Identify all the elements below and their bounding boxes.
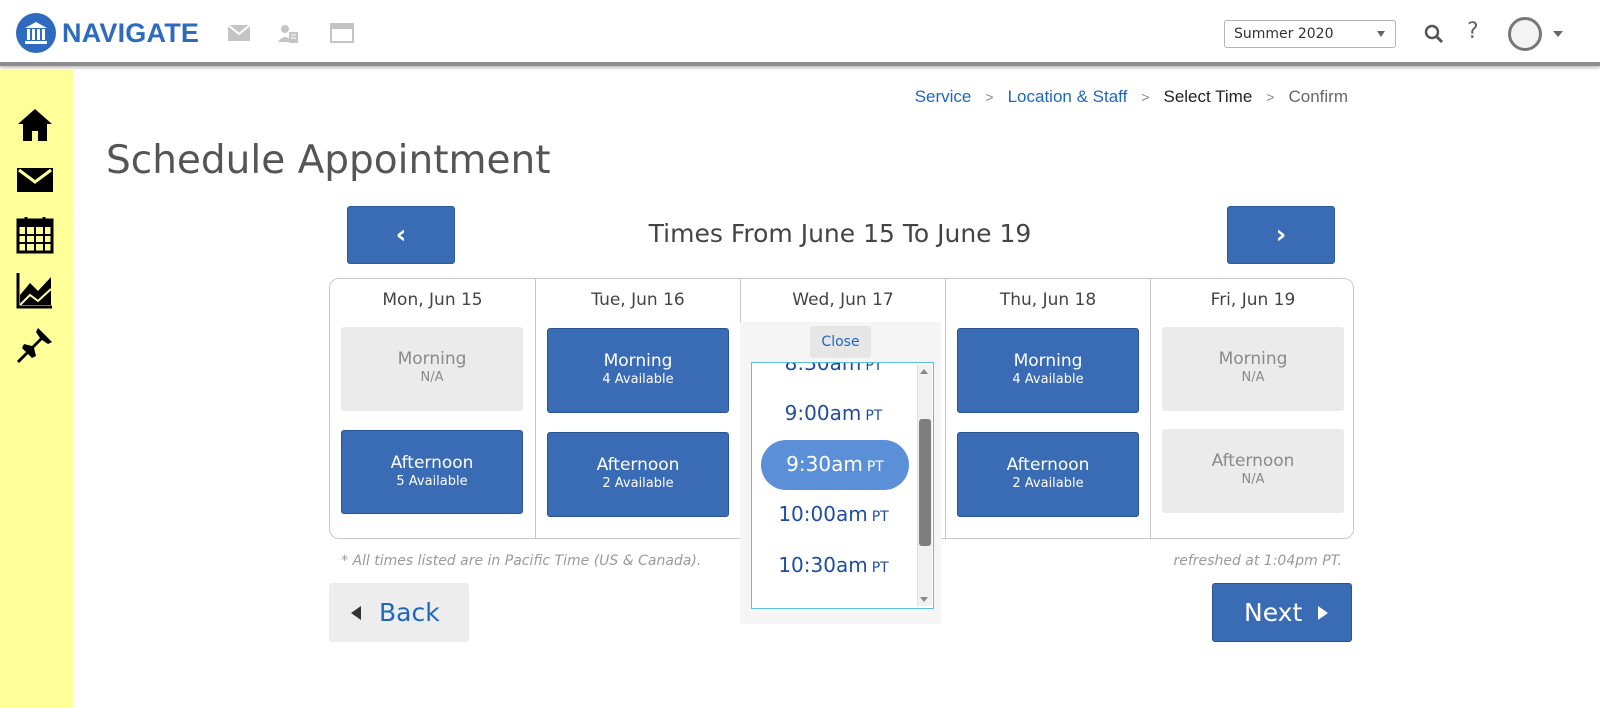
slot-status: N/A xyxy=(1241,370,1265,385)
breadcrumb-location-staff[interactable]: Location & Staff xyxy=(1008,87,1128,107)
slot-label: Afternoon xyxy=(1006,455,1090,475)
next-button[interactable]: Next xyxy=(1212,583,1352,642)
timezone-label: PT xyxy=(865,362,883,374)
scroll-down-icon[interactable] xyxy=(920,597,928,602)
previous-week-button[interactable]: ‹ xyxy=(347,206,455,264)
scroll-up-icon[interactable] xyxy=(920,369,928,374)
next-week-button[interactable]: › xyxy=(1227,206,1335,264)
slot-status: N/A xyxy=(1241,472,1265,487)
afternoon-slot[interactable]: Afternoon 5 Available xyxy=(341,430,523,514)
pin-icon[interactable] xyxy=(16,326,54,364)
breadcrumb-separator: > xyxy=(1266,89,1275,105)
next-button-label: Next xyxy=(1244,598,1303,627)
slot-status: N/A xyxy=(420,370,444,385)
user-avatar[interactable] xyxy=(1508,17,1542,51)
day-column-fri: Fri, Jun 19 Morning N/A Afternoon N/A xyxy=(1150,279,1355,538)
window-icon[interactable] xyxy=(330,20,354,46)
home-icon[interactable] xyxy=(16,106,54,144)
logo-text: NAVIGATE xyxy=(62,17,200,48)
scrollbar-thumb[interactable] xyxy=(919,419,931,546)
timezone-label: PT xyxy=(865,408,883,424)
student-profile-icon[interactable] xyxy=(277,20,299,46)
time-value: 9:30am xyxy=(786,452,863,476)
day-header: Mon, Jun 15 xyxy=(382,290,483,310)
afternoon-slot: Afternoon N/A xyxy=(1162,429,1344,513)
search-icon[interactable] xyxy=(1424,21,1444,47)
sidebar xyxy=(0,70,73,708)
breadcrumb-confirm: Confirm xyxy=(1288,87,1348,106)
slot-status: 2 Available xyxy=(1012,476,1084,491)
mail-icon[interactable] xyxy=(228,20,250,46)
time-value: 8:30am xyxy=(784,362,862,375)
breadcrumb-separator: > xyxy=(1141,89,1150,105)
time-value: 10:30am xyxy=(778,553,868,577)
time-option[interactable]: 10:30am PT xyxy=(752,553,915,577)
calendar-icon[interactable] xyxy=(16,216,54,254)
top-bar: NAVIGATE Summer 2020 ? xyxy=(0,0,1600,66)
reports-icon[interactable] xyxy=(16,271,54,309)
morning-slot[interactable]: Morning 4 Available xyxy=(957,328,1139,413)
breadcrumb: Service > Location & Staff > Select Time… xyxy=(915,87,1348,107)
navigate-logo[interactable]: NAVIGATE xyxy=(16,13,199,53)
time-option-selected[interactable]: 9:30am PT xyxy=(761,440,909,490)
day-header: Thu, Jun 18 xyxy=(999,290,1097,310)
time-option[interactable]: 10:00am PT xyxy=(752,502,915,526)
caret-right-icon xyxy=(1318,605,1329,620)
refreshed-note: refreshed at 1:04pm PT. xyxy=(1173,553,1343,569)
slot-label: Afternoon xyxy=(1211,451,1295,471)
time-option[interactable]: 9:00am PT xyxy=(752,401,915,425)
back-button-label: Back xyxy=(379,598,440,627)
breadcrumb-service[interactable]: Service xyxy=(915,87,972,107)
week-range-title: Times From June 15 To June 19 xyxy=(648,219,1032,248)
page-title: Schedule Appointment xyxy=(106,138,551,183)
breadcrumb-separator: > xyxy=(985,89,994,105)
timezone-label: PT xyxy=(871,560,889,576)
day-header: Fri, Jun 19 xyxy=(1210,290,1296,310)
slot-status: 4 Available xyxy=(1012,372,1084,387)
mail-icon[interactable] xyxy=(16,161,54,199)
afternoon-slot[interactable]: Afternoon 2 Available xyxy=(547,432,729,517)
slot-label: Morning xyxy=(603,351,673,371)
time-value: 9:00am xyxy=(784,401,862,425)
morning-slot: Morning N/A xyxy=(341,327,523,411)
day-column-tue: Tue, Jun 16 Morning 4 Available Afternoo… xyxy=(535,279,740,538)
caret-left-icon xyxy=(351,605,361,620)
slot-label: Morning xyxy=(1013,351,1083,371)
time-value: 10:00am xyxy=(778,502,868,526)
day-column-thu: Thu, Jun 18 Morning 4 Available Afternoo… xyxy=(945,279,1150,538)
close-button[interactable]: Close xyxy=(810,326,871,358)
slot-label: Morning xyxy=(1218,349,1288,369)
slot-status: 5 Available xyxy=(396,474,468,489)
breadcrumb-select-time: Select Time xyxy=(1163,87,1253,106)
morning-slot: Morning N/A xyxy=(1162,327,1344,411)
chevron-down-icon[interactable] xyxy=(1553,31,1563,37)
slot-status: 4 Available xyxy=(602,372,674,387)
slot-label: Afternoon xyxy=(390,453,474,473)
day-header: Wed, Jun 17 xyxy=(792,290,894,310)
afternoon-slot[interactable]: Afternoon 2 Available xyxy=(957,432,1139,517)
university-icon xyxy=(16,13,56,53)
help-icon[interactable]: ? xyxy=(1467,19,1479,44)
morning-slot[interactable]: Morning 4 Available xyxy=(547,328,729,413)
slot-label: Afternoon xyxy=(596,455,680,475)
term-select[interactable]: Summer 2020 xyxy=(1224,20,1396,48)
back-button[interactable]: Back xyxy=(329,583,469,642)
chevron-down-icon xyxy=(1377,31,1385,37)
timezone-label: PT xyxy=(871,509,889,525)
time-option[interactable]: 8:30am PT xyxy=(752,362,915,375)
timezone-note: * All times listed are in Pacific Time (… xyxy=(341,553,702,569)
timezone-label: PT xyxy=(866,459,884,475)
time-list[interactable]: 8:30am PT 9:00am PT 9:30am PT 10:00am PT 10:… xyxy=(751,362,934,609)
day-column-mon: Mon, Jun 15 Morning N/A Afternoon 5 Avai… xyxy=(330,279,535,538)
day-header: Tue, Jun 16 xyxy=(591,290,685,310)
slot-status: 2 Available xyxy=(602,476,674,491)
slot-label: Morning xyxy=(397,349,467,369)
term-select-value: Summer 2020 xyxy=(1234,26,1334,42)
